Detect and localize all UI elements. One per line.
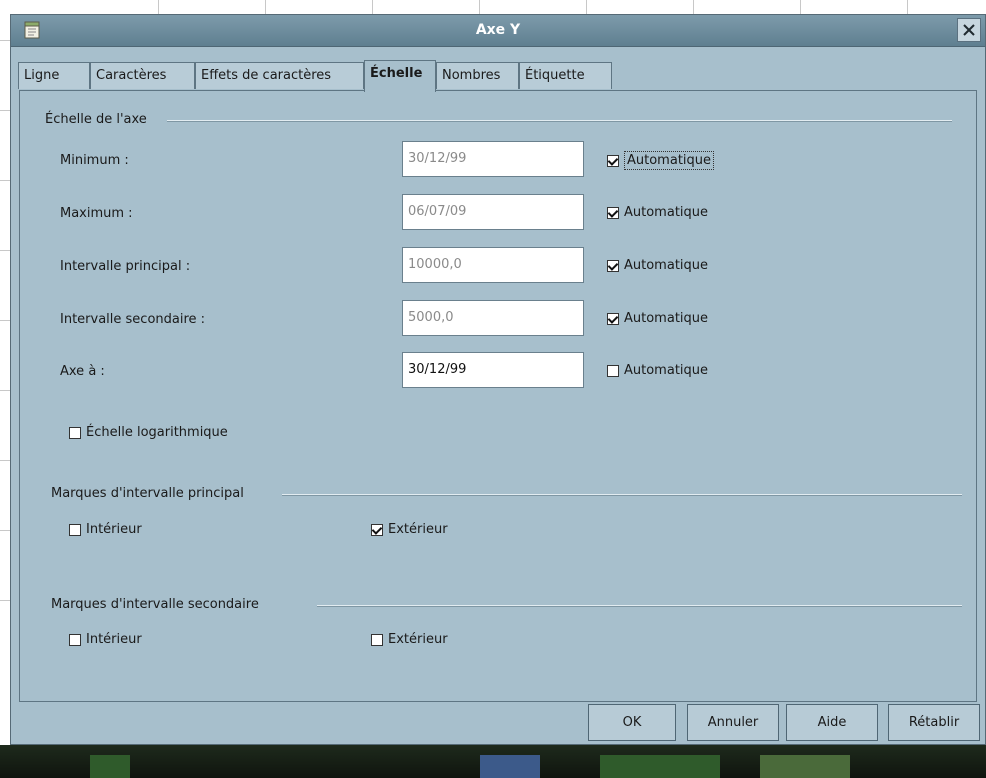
checkbox-box[interactable] <box>69 633 81 646</box>
minimum-automatic-label: Automatique <box>624 151 715 170</box>
tab-panel-echelle: Échelle de l'axe Minimum : 30/12/99 Auto… <box>19 90 977 702</box>
major-interval-label: Intervalle principal : <box>60 259 191 274</box>
grid-line <box>693 0 694 14</box>
minor-interval-input[interactable]: 5000,0 <box>402 300 584 336</box>
background-spreadsheet-header <box>0 0 986 14</box>
minimum-input[interactable]: 30/12/99 <box>402 141 584 177</box>
checkbox-box[interactable] <box>371 523 383 536</box>
minor-ticks-group-label: Marques d'intervalle secondaire <box>51 597 263 612</box>
grid-line <box>0 40 10 41</box>
minor-interval-label: Intervalle secondaire : <box>60 312 206 327</box>
major-ticks-outer-label: Extérieur <box>388 522 448 537</box>
grid-line <box>479 0 480 14</box>
tab-nombres[interactable]: Nombres <box>436 62 519 89</box>
log-scale-checkbox[interactable]: Échelle logarithmique <box>69 425 228 440</box>
background-spreadsheet-rows <box>0 0 10 778</box>
major-interval-input[interactable]: 10000,0 <box>402 247 584 283</box>
grid-line <box>907 0 908 14</box>
tab-caracteres[interactable]: Caractères <box>90 62 195 89</box>
checkbox-box[interactable] <box>607 364 619 377</box>
grid-line <box>0 390 10 391</box>
title-bar[interactable]: Axe Y <box>11 15 985 47</box>
grid-line <box>0 600 10 601</box>
background-decoration <box>760 755 850 778</box>
major-ticks-group-label: Marques d'intervalle principal <box>51 486 248 501</box>
minor-interval-automatic-checkbox[interactable]: Automatique <box>607 311 708 326</box>
grid-line <box>0 460 10 461</box>
minor-ticks-outer-checkbox[interactable]: Extérieur <box>371 632 448 647</box>
major-interval-automatic-label: Automatique <box>624 258 709 273</box>
tab-etiquette[interactable]: Étiquette <box>519 62 612 89</box>
grid-line <box>158 0 159 14</box>
maximum-automatic-label: Automatique <box>624 205 709 220</box>
maximum-automatic-checkbox[interactable]: Automatique <box>607 205 708 220</box>
minor-ticks-outer-label: Extérieur <box>388 632 448 647</box>
axis-scale-group-label: Échelle de l'axe <box>45 112 151 127</box>
background-desktop-strip <box>0 745 986 778</box>
checkbox-box[interactable] <box>69 523 81 536</box>
minor-ticks-inner-checkbox[interactable]: Intérieur <box>69 632 142 647</box>
grid-line <box>0 320 10 321</box>
major-ticks-outer-checkbox[interactable]: Extérieur <box>371 522 448 537</box>
cancel-button[interactable]: Annuler <box>687 704 779 741</box>
minimum-label: Minimum : <box>60 153 129 168</box>
grid-line <box>0 530 10 531</box>
group-separator <box>317 605 962 607</box>
axis-at-automatic-checkbox[interactable]: Automatique <box>607 363 708 378</box>
tab-ligne[interactable]: Ligne <box>18 62 90 89</box>
background-decoration <box>600 755 720 778</box>
major-interval-automatic-checkbox[interactable]: Automatique <box>607 258 708 273</box>
tab-echelle[interactable]: Échelle <box>364 60 436 92</box>
grid-line <box>0 250 10 251</box>
grid-line <box>0 180 10 181</box>
close-icon <box>963 24 975 36</box>
checkbox-box[interactable] <box>607 259 619 272</box>
axis-dialog: Axe Y Ligne Caractères Effets de caractè… <box>10 14 986 745</box>
close-button[interactable] <box>957 18 981 42</box>
background-decoration <box>480 755 540 778</box>
grid-line <box>800 0 801 14</box>
maximum-input[interactable]: 06/07/09 <box>402 194 584 230</box>
major-ticks-inner-label: Intérieur <box>86 522 142 537</box>
grid-line <box>372 0 373 14</box>
maximum-label: Maximum : <box>60 206 133 221</box>
grid-line <box>586 0 587 14</box>
reset-button[interactable]: Rétablir <box>888 704 980 741</box>
checkbox-box[interactable] <box>607 154 619 167</box>
checkbox-box[interactable] <box>371 633 383 646</box>
axis-at-label: Axe à : <box>60 364 105 379</box>
major-ticks-inner-checkbox[interactable]: Intérieur <box>69 522 142 537</box>
axis-at-automatic-label: Automatique <box>624 363 709 378</box>
minor-ticks-inner-label: Intérieur <box>86 632 142 647</box>
minor-interval-automatic-label: Automatique <box>624 311 709 326</box>
minimum-automatic-checkbox[interactable]: Automatique <box>607 151 715 170</box>
log-scale-label: Échelle logarithmique <box>86 425 228 440</box>
group-separator <box>282 494 962 496</box>
background-decoration <box>90 755 130 778</box>
grid-line <box>265 0 266 14</box>
dialog-title: Axe Y <box>475 22 521 38</box>
checkbox-box[interactable] <box>607 206 619 219</box>
group-separator <box>167 120 952 122</box>
tab-effets-de-caracteres[interactable]: Effets de caractères <box>195 62 364 89</box>
help-button[interactable]: Aide <box>786 704 878 741</box>
checkbox-box[interactable] <box>607 312 619 325</box>
axis-at-input[interactable]: 30/12/99 <box>402 352 584 388</box>
checkbox-box[interactable] <box>69 426 81 439</box>
grid-line <box>0 110 10 111</box>
ok-button[interactable]: OK <box>588 704 676 741</box>
